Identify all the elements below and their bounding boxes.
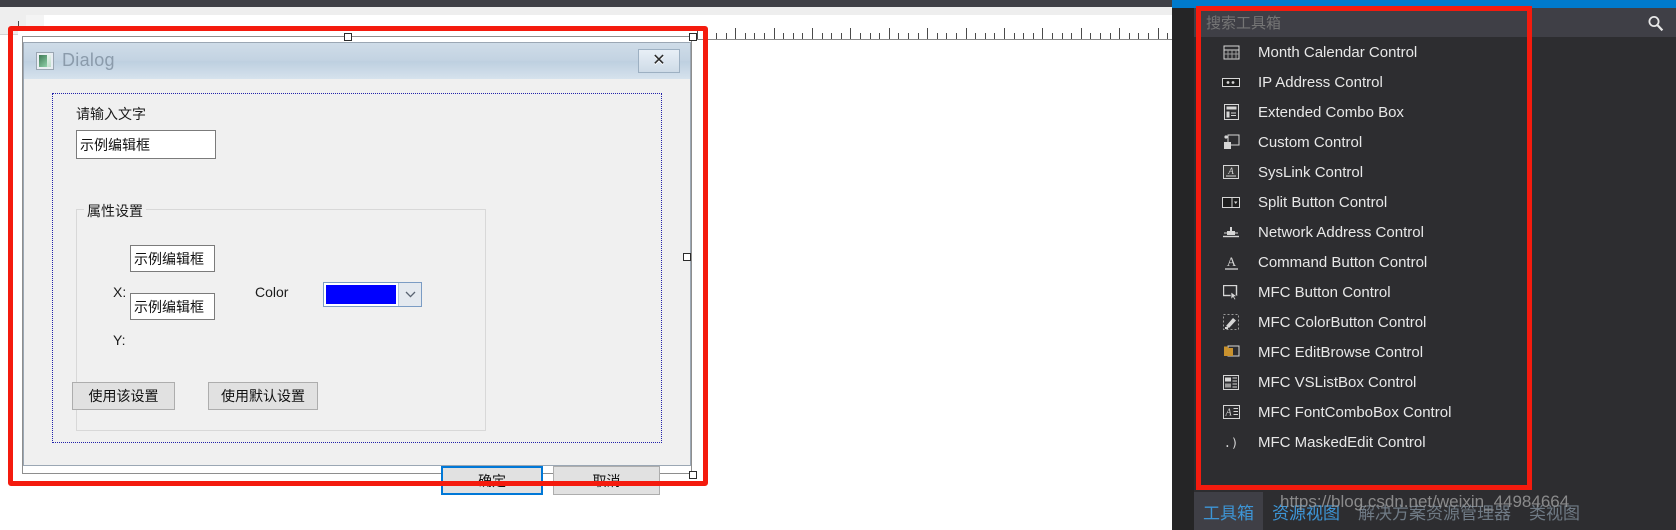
y-label: Y: [113,332,126,348]
toolbox-item[interactable]: (.)- MFC MaskedEdit Control [1194,427,1676,457]
toolbox-left-gutter [1172,8,1194,530]
color-label: Color [255,284,289,300]
ok-button[interactable]: 确定 [441,466,543,495]
toolbox-item[interactable]: IP Address Control [1194,67,1676,97]
ip-address-icon [1218,73,1244,91]
resize-grip-top-right[interactable] [689,33,697,41]
svg-text:A: A [1227,166,1234,176]
toolbox-item[interactable]: Split Button Control [1194,187,1676,217]
toolbox-item-label: MFC FontComboBox Control [1258,403,1452,421]
ide-window: Dialog ✕ 请输入文字 示例编辑框 属性设置 X: 示例编辑框 Color [0,0,1676,530]
toolbox-item-label: Custom Control [1258,133,1363,151]
cancel-button[interactable]: 取消 [553,466,660,495]
search-input[interactable] [1204,12,1608,36]
x-label: X: [113,284,127,300]
resize-grip-bottom-right[interactable] [689,471,697,479]
x-edit-input[interactable]: 示例编辑框 [130,245,215,272]
toolbox-item-label: MFC MaskedEdit Control [1258,433,1426,451]
svg-text:(.)-: (.)- [1222,436,1240,449]
toolbox-item[interactable]: MFC VSListBox Control [1194,367,1676,397]
y-edit-input[interactable]: 示例编辑框 [130,293,215,320]
toolbox-item-label: Network Address Control [1258,223,1424,241]
toolbox-top-accent-bar [1172,0,1676,8]
split-button-icon [1218,193,1244,211]
toolbox-item-label: MFC EditBrowse Control [1258,343,1424,361]
extended-combo-icon [1218,103,1244,121]
svg-text:A: A [1224,408,1232,419]
properties-groupbox-title: 属性设置 [84,201,146,221]
month-calendar-icon [1218,43,1244,61]
toolbox-item[interactable]: Extended Combo Box [1194,97,1676,127]
dialog-title: Dialog [62,50,115,70]
close-icon[interactable]: ✕ [638,49,680,73]
color-swatch[interactable] [326,285,396,304]
toolbox-item[interactable]: A MFC FontComboBox Control [1194,397,1676,427]
toolbox-item-label: Extended Combo Box [1258,103,1404,121]
toolbox-item[interactable]: Custom Control [1194,127,1676,157]
mfc-button-icon [1218,283,1244,301]
main-edit-input[interactable]: 示例编辑框 [76,130,216,159]
toolbox-tab[interactable]: 工具箱 [1194,492,1263,530]
prompt-label: 请输入文字 [76,106,146,122]
command-button-icon: A [1218,253,1244,271]
watermark-text: https://blog.csdn.net/weixin_44984664 [1280,492,1570,511]
mfc-fontcombobox-icon: A [1218,403,1244,421]
toolbox-item[interactable]: MFC EditBrowse Control [1194,337,1676,367]
toolbox-panel: Month Calendar Control IP Address Control… [1172,0,1676,530]
mfc-dialog[interactable]: Dialog ✕ 请输入文字 示例编辑框 属性设置 X: 示例编辑框 Color [23,42,691,495]
toolbox-item[interactable]: Month Calendar Control [1194,37,1676,67]
toolbox-item[interactable]: Network Address Control [1194,217,1676,247]
dialog-client-area: 请输入文字 示例编辑框 属性设置 X: 示例编辑框 Color Y: 示例编辑框… [24,79,690,495]
toolbox-item-label: MFC VSListBox Control [1258,373,1417,391]
dialog-titlebar[interactable]: Dialog ✕ [24,43,690,80]
default-settings-button[interactable]: 使用默认设置 [208,382,318,410]
chevron-down-icon[interactable] [398,283,421,306]
toolbox-item[interactable]: MFC Button Control [1194,277,1676,307]
apply-settings-button[interactable]: 使用该设置 [72,382,175,410]
network-address-icon [1218,223,1244,241]
resize-grip-top[interactable] [344,33,352,41]
syslink-icon: A [1218,163,1244,181]
mfc-editbrowse-icon [1218,343,1244,361]
toolbox-item-label: MFC ColorButton Control [1258,313,1427,331]
toolbox-item[interactable]: A SysLink Control [1194,157,1676,187]
mfc-maskededit-icon: (.)- [1218,433,1244,451]
toolbox-item-label: IP Address Control [1258,73,1383,91]
toolbox-item-label: Split Button Control [1258,193,1388,211]
resize-grip-right[interactable] [683,253,691,261]
toolbox-item-label: MFC Button Control [1258,283,1391,301]
mfc-vslistbox-icon [1218,373,1244,391]
toolbox-item-label: Month Calendar Control [1258,43,1418,61]
editor-top-strip [0,0,1172,7]
toolbox-item-list[interactable]: Month Calendar Control IP Address Control… [1194,37,1676,492]
color-combo-box[interactable] [323,282,422,307]
toolbox-search-bar[interactable] [1194,8,1676,38]
toolbox-item-label: Command Button Control [1258,253,1428,271]
dialog-icon [36,52,54,70]
toolbox-item[interactable]: MFC ColorButton Control [1194,307,1676,337]
custom-control-icon [1218,133,1244,151]
toolbox-item-label: SysLink Control [1258,163,1364,181]
designer-editor-area: Dialog ✕ 请输入文字 示例编辑框 属性设置 X: 示例编辑框 Color [0,0,1172,530]
search-icon[interactable] [1644,12,1666,34]
toolbox-item[interactable]: A Command Button Control [1194,247,1676,277]
svg-text:A: A [1226,255,1236,269]
mfc-colorbutton-icon [1218,313,1244,331]
